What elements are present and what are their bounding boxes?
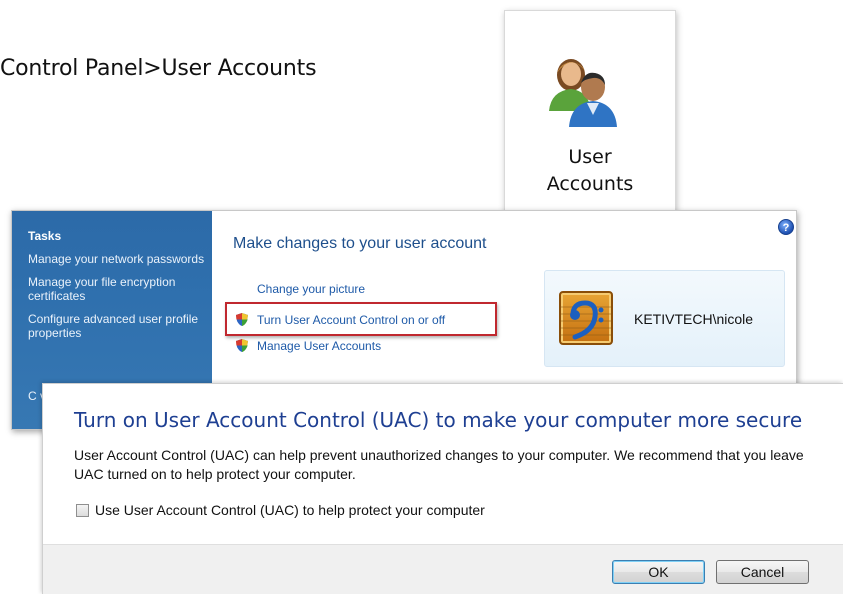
help-icon[interactable]: ? [778, 219, 794, 235]
user-accounts-label-line1: User [568, 146, 612, 168]
user-accounts-label: User Accounts [505, 144, 675, 198]
user-accounts-tile[interactable]: User Accounts [504, 10, 676, 215]
uac-checkbox-label[interactable]: Use User Account Control (UAC) to help p… [95, 502, 485, 518]
uac-checkbox[interactable] [76, 504, 89, 517]
sidebar-link-file-encryption[interactable]: Manage your file encryption certificates [28, 275, 206, 303]
manage-accounts-shield-icon [236, 339, 248, 352]
tasks-title: Tasks [28, 229, 62, 243]
sidebar-link-network-passwords[interactable]: Manage your network passwords [28, 252, 206, 266]
page-title: Make changes to your user account [233, 235, 487, 252]
account-card: KETIVTECH\nicole [544, 270, 785, 367]
uac-dialog-description: User Account Control (UAC) can help prev… [74, 447, 804, 482]
turn-uac-link[interactable]: Turn User Account Control on or off [257, 313, 445, 327]
user-accounts-icon [549, 59, 617, 127]
uac-dialog-title: Turn on User Account Control (UAC) to ma… [74, 408, 803, 432]
change-picture-link[interactable]: Change your picture [257, 282, 365, 296]
account-name: KETIVTECH\nicole [634, 311, 754, 327]
ok-button[interactable]: OK [612, 560, 705, 584]
uac-dialog: Turn on User Account Control (UAC) to ma… [42, 383, 843, 594]
user-accounts-label-line2: Accounts [546, 173, 634, 195]
avatar[interactable] [559, 291, 613, 345]
uac-shield-icon [236, 313, 248, 326]
sidebar-link-advanced-profile[interactable]: Configure advanced user profile properti… [28, 312, 206, 340]
bass-clef-icon [561, 300, 611, 340]
manage-user-accounts-link[interactable]: Manage User Accounts [257, 339, 381, 353]
cancel-button[interactable]: Cancel [716, 560, 809, 584]
page-heading: Control Panel>User Accounts [0, 56, 317, 81]
dialog-footer: OK Cancel [43, 544, 843, 594]
